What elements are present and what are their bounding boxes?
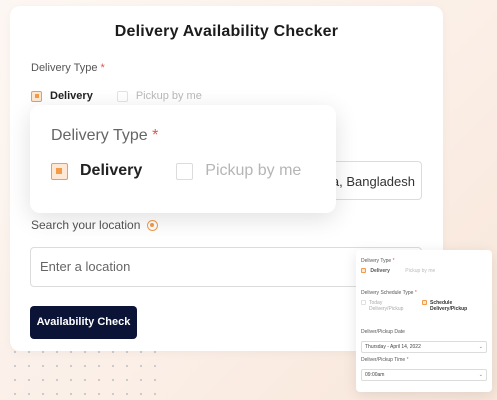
page-title: Delivery Availability Checker (114, 23, 339, 40)
popup-required-mark: * (152, 127, 159, 144)
mini-date-value: Thursday - April 14, 2022 (365, 344, 421, 350)
mini-pickup-label[interactable]: Pickup by me (405, 268, 435, 274)
delivery-type-label: Delivery Type * (31, 62, 105, 74)
pickup-option-label[interactable]: Pickup by me (136, 90, 202, 102)
delivery-option-label[interactable]: Delivery (50, 90, 93, 102)
popup-delivery-checkbox[interactable] (51, 162, 68, 180)
delivery-option-checkbox[interactable] (31, 90, 42, 102)
popup-delivery-label[interactable]: Delivery (80, 162, 142, 180)
popup-delivery-type-label: Delivery Type * (51, 127, 158, 145)
chevron-down-icon: ⌄ (478, 372, 483, 378)
mini-schedule-type-text: Delivery Schedule Type (361, 290, 414, 296)
popup-label-text: Delivery Type (51, 127, 148, 144)
delivery-type-zoom-card: Delivery Type * Delivery Pickup by me (30, 105, 336, 213)
chevron-down-icon: ⌄ (478, 344, 483, 350)
mini-schedule-required-mark: * (414, 290, 417, 296)
required-mark: * (100, 62, 105, 74)
mini-schedule-option[interactable]: Schedule Delivery/Pickup (422, 300, 467, 312)
pickup-option-checkbox[interactable] (116, 90, 128, 102)
mini-delivery-type-text: Delivery Type (361, 258, 392, 264)
mini-date-label: Deliver/Pickup Date (361, 329, 405, 335)
search-location-label-text: Search your location (31, 218, 141, 232)
delivery-type-label-text: Delivery Type (31, 62, 98, 74)
locate-icon[interactable] (147, 219, 159, 231)
mini-schedule-type-label: Delivery Schedule Type * (361, 290, 417, 296)
mini-schedule-checkbox[interactable] (422, 300, 427, 306)
address-value: a, Bangladesh (331, 174, 415, 189)
mini-today-option[interactable]: Today Delivery/Pickup (361, 300, 403, 312)
mini-schedule-line2: Delivery/Pickup (430, 306, 468, 312)
mini-time-select[interactable]: 09:00am ⌄ (361, 369, 487, 381)
search-location-label: Search your location (31, 218, 159, 232)
mini-today-line2: Delivery/Pickup (369, 306, 404, 312)
schedule-form-preview: Delivery Type * Delivery Pickup by me De… (356, 250, 492, 392)
mini-delivery-type-label: Delivery Type * (361, 258, 395, 264)
mini-time-label-text: Deliver/Pickup Time (361, 357, 406, 363)
mini-required-mark: * (392, 258, 395, 264)
mini-today-checkbox[interactable] (361, 300, 366, 306)
address-input[interactable]: a, Bangladesh (330, 161, 422, 200)
mini-delivery-checkbox[interactable] (361, 268, 366, 274)
dot-pattern-decoration (8, 345, 168, 400)
mini-time-value: 09:00am (365, 372, 385, 378)
availability-check-button[interactable]: Availability Check (30, 306, 137, 339)
mini-date-select[interactable]: Thursday - April 14, 2022 ⌄ (361, 341, 487, 353)
mini-delivery-type-options: Delivery Pickup by me (361, 268, 435, 274)
delivery-type-options: Delivery Pickup by me (31, 90, 202, 102)
popup-delivery-type-options: Delivery Pickup by me (51, 162, 301, 180)
popup-pickup-label[interactable]: Pickup by me (205, 162, 301, 180)
mini-time-required-mark: * (406, 357, 409, 363)
mini-time-label: Deliver/Pickup Time * (361, 357, 409, 363)
mini-delivery-label[interactable]: Delivery (370, 268, 389, 274)
popup-pickup-checkbox[interactable] (176, 162, 194, 180)
